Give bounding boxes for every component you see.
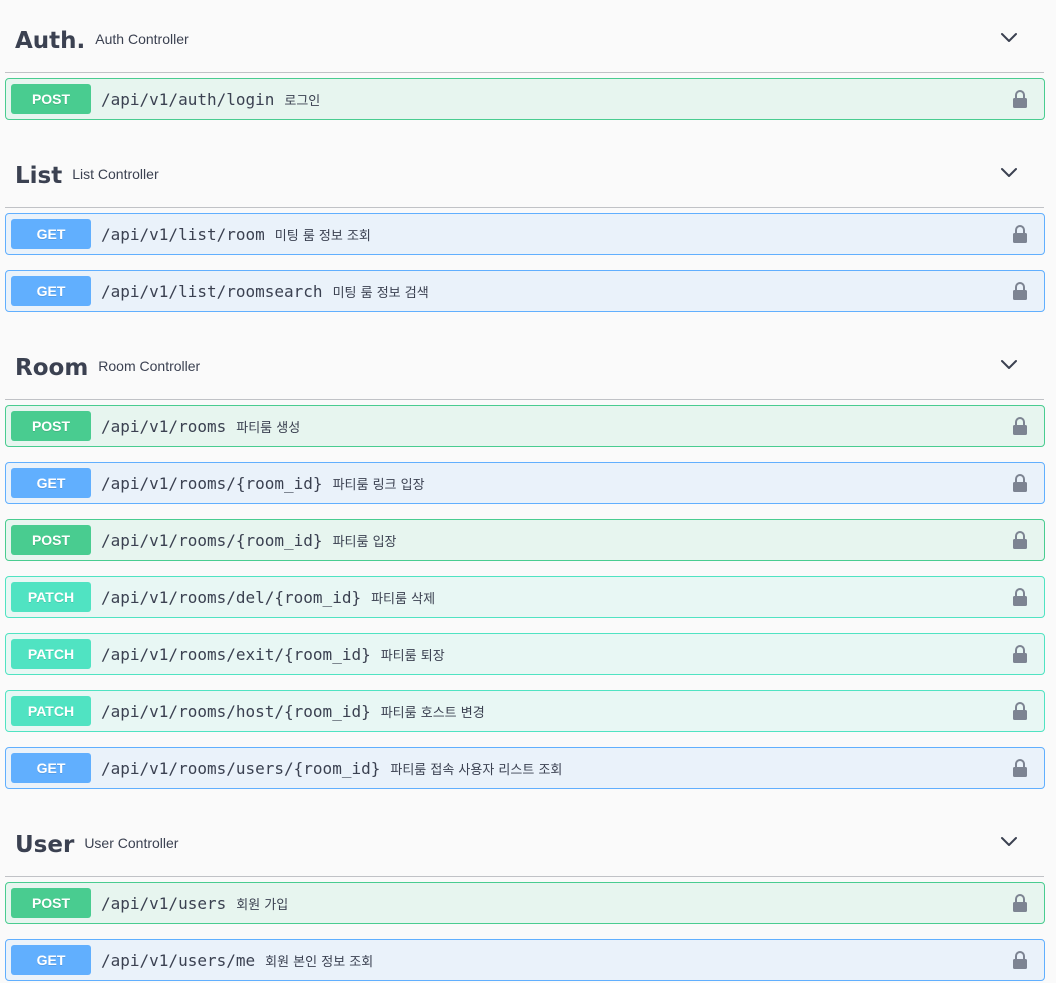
tag-description: Auth Controller <box>95 31 189 47</box>
lock-icon[interactable] <box>1012 473 1028 493</box>
lock-icon[interactable] <box>1012 416 1028 436</box>
operation-row[interactable]: POST /api/v1/rooms/{room_id} 파티룸 입장 <box>5 519 1045 561</box>
operation-path: /api/v1/users <box>101 893 227 913</box>
operation-path: /api/v1/rooms/del/{room_id} <box>101 587 362 607</box>
tag-header[interactable]: User User Controller <box>5 804 1044 877</box>
tag-description: User Controller <box>84 835 179 851</box>
operation-summary: 미팅 룸 정보 조회 <box>274 228 371 244</box>
tag-description: List Controller <box>72 166 159 182</box>
operation-row[interactable]: GET /api/v1/list/room 미팅 룸 정보 조회 <box>5 213 1045 255</box>
lock-icon[interactable] <box>1012 281 1028 301</box>
operation-row[interactable]: PATCH /api/v1/rooms/exit/{room_id} 파티룸 퇴… <box>5 633 1045 675</box>
operation-row[interactable]: POST /api/v1/users 회원 가입 <box>5 882 1045 924</box>
tag-section-auth: Auth. Auth Controller POST /api/v1/auth/… <box>0 0 1056 120</box>
operation-summary: 파티룸 입장 <box>332 534 397 550</box>
operation-row[interactable]: PATCH /api/v1/rooms/host/{room_id} 파티룸 호… <box>5 690 1045 732</box>
chevron-down-icon[interactable] <box>1000 32 1018 44</box>
lock-icon[interactable] <box>1012 587 1028 607</box>
lock-icon[interactable] <box>1012 644 1028 664</box>
operation-summary: 파티룸 생성 <box>236 420 301 436</box>
method-badge: GET <box>11 945 91 975</box>
operation-summary: 파티룸 링크 입장 <box>332 477 425 493</box>
operation-path: /api/v1/rooms/exit/{room_id} <box>101 644 371 664</box>
operation-summary: 회원 가입 <box>236 897 289 913</box>
tag-section-list: List List Controller GET /api/v1/list/ro… <box>0 135 1056 312</box>
operations-list: GET /api/v1/list/room 미팅 룸 정보 조회 GET /ap… <box>0 213 1056 312</box>
method-badge: PATCH <box>11 639 91 669</box>
lock-icon[interactable] <box>1012 701 1028 721</box>
lock-icon[interactable] <box>1012 224 1028 244</box>
operation-summary: 파티룸 호스트 변경 <box>380 705 485 721</box>
operation-row[interactable]: GET /api/v1/users/me 회원 본인 정보 조회 <box>5 939 1045 981</box>
method-badge: GET <box>11 276 91 306</box>
operation-row[interactable]: PATCH /api/v1/rooms/del/{room_id} 파티룸 삭제 <box>5 576 1045 618</box>
operation-path: /api/v1/auth/login <box>101 89 275 109</box>
operation-row[interactable]: GET /api/v1/rooms/users/{room_id} 파티룸 접속… <box>5 747 1045 789</box>
tag-section-room: Room Room Controller POST /api/v1/rooms … <box>0 327 1056 789</box>
tag-name: User <box>15 832 75 858</box>
chevron-down-icon[interactable] <box>1000 836 1018 848</box>
method-badge: POST <box>11 84 91 114</box>
tag-header[interactable]: Room Room Controller <box>5 327 1044 400</box>
operation-path: /api/v1/rooms/users/{room_id} <box>101 758 381 778</box>
method-badge: POST <box>11 525 91 555</box>
chevron-down-icon[interactable] <box>1000 167 1018 179</box>
method-badge: GET <box>11 219 91 249</box>
operation-row[interactable]: GET /api/v1/rooms/{room_id} 파티룸 링크 입장 <box>5 462 1045 504</box>
operation-path: /api/v1/rooms <box>101 416 227 436</box>
operations-list: POST /api/v1/auth/login 로그인 <box>0 78 1056 120</box>
lock-icon[interactable] <box>1012 530 1028 550</box>
operation-summary: 로그인 <box>284 93 321 109</box>
api-docs-container: Auth. Auth Controller POST /api/v1/auth/… <box>0 0 1056 981</box>
tag-name: Room <box>15 355 89 381</box>
operation-path: /api/v1/users/me <box>101 950 256 970</box>
tag-header[interactable]: Auth. Auth Controller <box>5 0 1044 73</box>
operation-path: /api/v1/rooms/host/{room_id} <box>101 701 371 721</box>
operation-path: /api/v1/list/roomsearch <box>101 281 323 301</box>
tag-name: List <box>15 163 63 189</box>
operation-path: /api/v1/list/room <box>101 224 265 244</box>
operation-path: /api/v1/rooms/{room_id} <box>101 530 323 550</box>
lock-icon[interactable] <box>1012 89 1028 109</box>
tag-header[interactable]: List List Controller <box>5 135 1044 208</box>
operation-row[interactable]: POST /api/v1/rooms 파티룸 생성 <box>5 405 1045 447</box>
operation-summary: 미팅 룸 정보 검색 <box>332 285 429 301</box>
tag-section-user: User User Controller POST /api/v1/users … <box>0 804 1056 981</box>
lock-icon[interactable] <box>1012 950 1028 970</box>
chevron-down-icon[interactable] <box>1000 359 1018 371</box>
method-badge: GET <box>11 468 91 498</box>
operation-row[interactable]: POST /api/v1/auth/login 로그인 <box>5 78 1045 120</box>
operations-list: POST /api/v1/users 회원 가입 GET /api/v1/use… <box>0 882 1056 981</box>
operation-summary: 파티룸 퇴장 <box>380 648 445 664</box>
method-badge: PATCH <box>11 696 91 726</box>
operation-summary: 파티룸 접속 사용자 리스트 조회 <box>390 762 563 778</box>
method-badge: POST <box>11 411 91 441</box>
operation-path: /api/v1/rooms/{room_id} <box>101 473 323 493</box>
lock-icon[interactable] <box>1012 758 1028 778</box>
operations-list: POST /api/v1/rooms 파티룸 생성 GET /api/v1/ro… <box>0 405 1056 789</box>
method-badge: PATCH <box>11 582 91 612</box>
tag-description: Room Controller <box>98 358 201 374</box>
operation-summary: 파티룸 삭제 <box>371 591 436 607</box>
method-badge: POST <box>11 888 91 918</box>
tag-name: Auth. <box>15 28 86 54</box>
lock-icon[interactable] <box>1012 893 1028 913</box>
operation-summary: 회원 본인 정보 조회 <box>265 954 374 970</box>
method-badge: GET <box>11 753 91 783</box>
operation-row[interactable]: GET /api/v1/list/roomsearch 미팅 룸 정보 검색 <box>5 270 1045 312</box>
